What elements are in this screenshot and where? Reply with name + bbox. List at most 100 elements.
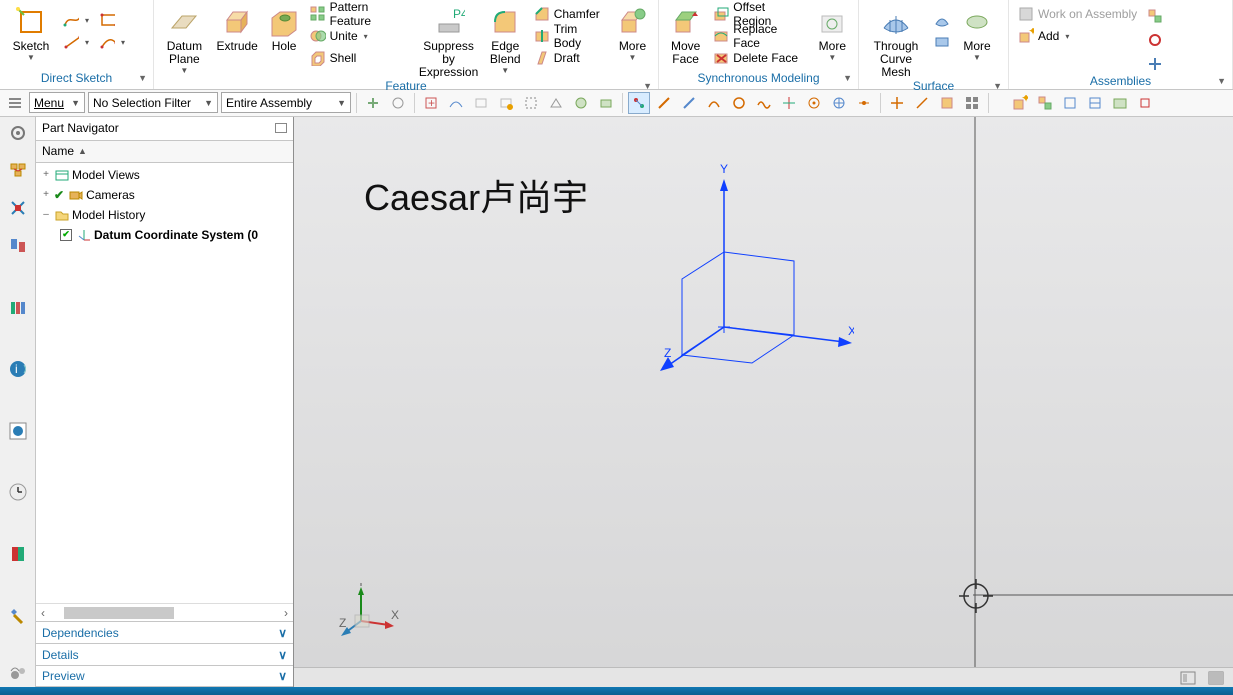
resource-tab-constraint[interactable] [4,194,32,222]
selection-scope-combo[interactable]: Entire Assembly▼ [221,92,351,113]
pattern-feature-label: Pattern Feature [330,0,411,28]
extrude-button[interactable]: Extrude [211,4,264,53]
t2-btn-25[interactable]: ✦ [1009,92,1031,114]
t2-btn-3[interactable]: + [420,92,442,114]
t2-btn-6[interactable] [495,92,517,114]
edge-blend-button[interactable]: Edge Blend▼ [482,4,529,75]
group-expand-feature[interactable]: ▼ [643,81,652,91]
t2-btn-8[interactable] [545,92,567,114]
datum-plane-button[interactable]: Datum Plane▼ [158,4,211,75]
asm-tool-2[interactable] [1144,30,1166,50]
t2-btn-27[interactable] [1059,92,1081,114]
move-face-button[interactable]: Move Face [663,4,708,66]
menu-dropdown[interactable]: Menu▼ [29,92,85,113]
t2-btn-15[interactable] [728,92,750,114]
t2-btn-7[interactable] [520,92,542,114]
group-expand-assemblies[interactable]: ▼ [1217,76,1226,86]
group-expand-sync[interactable]: ▼ [843,73,852,83]
t2-btn-23[interactable] [936,92,958,114]
main-area: i Part Navigator Name▲ +Model Views +✔Ca… [0,117,1233,687]
column-header-name[interactable]: Name▲ [36,141,293,163]
sketch-button[interactable]: Sketch ▼ [4,4,58,62]
sketch-arc-tool[interactable]: ▾ [96,32,128,52]
status-btn-1[interactable] [1177,667,1199,689]
t2-btn-5[interactable] [470,92,492,114]
asm-icon-3 [1147,56,1163,72]
chamfer-button[interactable]: Chamfer [531,4,609,24]
group-expand-direct-sketch[interactable]: ▼ [138,73,147,83]
resource-tab-info[interactable]: i [4,355,32,383]
pattern-feature-button[interactable]: Pattern Feature [307,4,414,24]
section-dependencies[interactable]: Dependencies∨ [36,621,293,643]
t2-btn-20[interactable] [853,92,875,114]
resource-tab-web[interactable] [4,417,32,445]
selection-filter-combo[interactable]: No Selection Filter▼ [88,92,218,113]
datum-csys-widget[interactable]: Y X Z [634,157,854,377]
through-curve-mesh-button[interactable]: Through Curve Mesh [863,4,929,79]
t2-btn-17[interactable] [778,92,800,114]
t2-btn-9[interactable] [570,92,592,114]
resource-tab-part-nav[interactable] [4,157,32,185]
t2-btn-4[interactable] [445,92,467,114]
tree-row-cameras[interactable]: +✔Cameras [36,185,293,205]
t2-btn-21[interactable] [886,92,908,114]
resource-tab-books[interactable] [4,294,32,322]
resource-tab-mfg[interactable] [4,659,32,687]
menu-finder-icon-button[interactable] [4,92,26,114]
t2-btn-28[interactable] [1084,92,1106,114]
add-button[interactable]: ✦Add▾ [1015,26,1140,46]
t2-btn-10[interactable] [595,92,617,114]
delete-face-button[interactable]: Delete Face [710,48,808,68]
resource-tab-tool[interactable] [4,602,32,630]
t2-btn-24[interactable] [961,92,983,114]
surface-more-button[interactable]: More▼ [955,4,999,62]
hole-button[interactable]: Hole [264,4,305,53]
t2-btn-29[interactable] [1109,92,1131,114]
t2-btn-11[interactable] [628,92,650,114]
tree-row-datum-cs[interactable]: ✔Datum Coordinate System (0 [36,225,293,245]
t2-btn-12[interactable] [653,92,675,114]
t2-btn-13[interactable] [678,92,700,114]
t2-btn-2[interactable] [387,92,409,114]
datum-cs-checkbox[interactable]: ✔ [60,229,72,241]
section-details[interactable]: Details∨ [36,643,293,665]
t2-btn-1[interactable] [362,92,384,114]
draft-button[interactable]: Draft [531,48,609,68]
t2-btn-22[interactable] [911,92,933,114]
replace-face-button[interactable]: Replace Face [710,26,808,46]
resource-tab-reuse[interactable] [4,232,32,260]
resource-tab-render[interactable] [4,540,32,568]
t2-btn-14[interactable] [703,92,725,114]
panel-maximize-button[interactable] [275,123,287,133]
t2-btn-16[interactable] [753,92,775,114]
tree-row-model-views[interactable]: +Model Views [36,165,293,185]
sketch-curve-tool-2[interactable]: ▾ [60,32,92,52]
section-preview[interactable]: Preview∨ [36,665,293,687]
t2-btn-30[interactable] [1134,92,1156,114]
sync-more-button[interactable]: More▼ [811,4,854,62]
status-btn-2[interactable] [1205,667,1227,689]
t2-btn-26[interactable] [1034,92,1056,114]
model-views-icon [54,167,70,183]
group-expand-surface[interactable]: ▼ [993,81,1002,91]
navigator-hscroll[interactable]: ‹› [36,603,293,621]
sketch-rect-tool[interactable] [96,10,128,30]
shell-button[interactable]: Shell [307,48,414,68]
surface-tool-1[interactable] [931,10,953,30]
graphics-viewport[interactable]: Caesar卢尚宇 Y X Z [294,117,1233,687]
tree-row-model-history[interactable]: –Model History [36,205,293,225]
t2-btn-19[interactable] [828,92,850,114]
sketch-curve-tool-1[interactable]: ▾ [60,10,92,30]
asm-tool-3[interactable] [1144,54,1166,74]
surface-tool-2[interactable] [931,32,953,52]
suppress-by-expression-button[interactable]: P4 Suppress by Expression [415,4,481,79]
feature-more-button[interactable]: More▼ [611,4,654,62]
t2-btn-18[interactable] [803,92,825,114]
trim-body-button[interactable]: Trim Body [531,26,609,46]
work-on-assembly-button[interactable]: Work on Assembly [1015,4,1140,24]
resource-tab-settings[interactable] [4,119,32,147]
unite-button[interactable]: Unite▾ [307,26,414,46]
resource-tab-history[interactable] [4,478,32,506]
asm-tool-1[interactable] [1144,6,1166,26]
offset-region-button[interactable]: Offset Region [710,4,808,24]
